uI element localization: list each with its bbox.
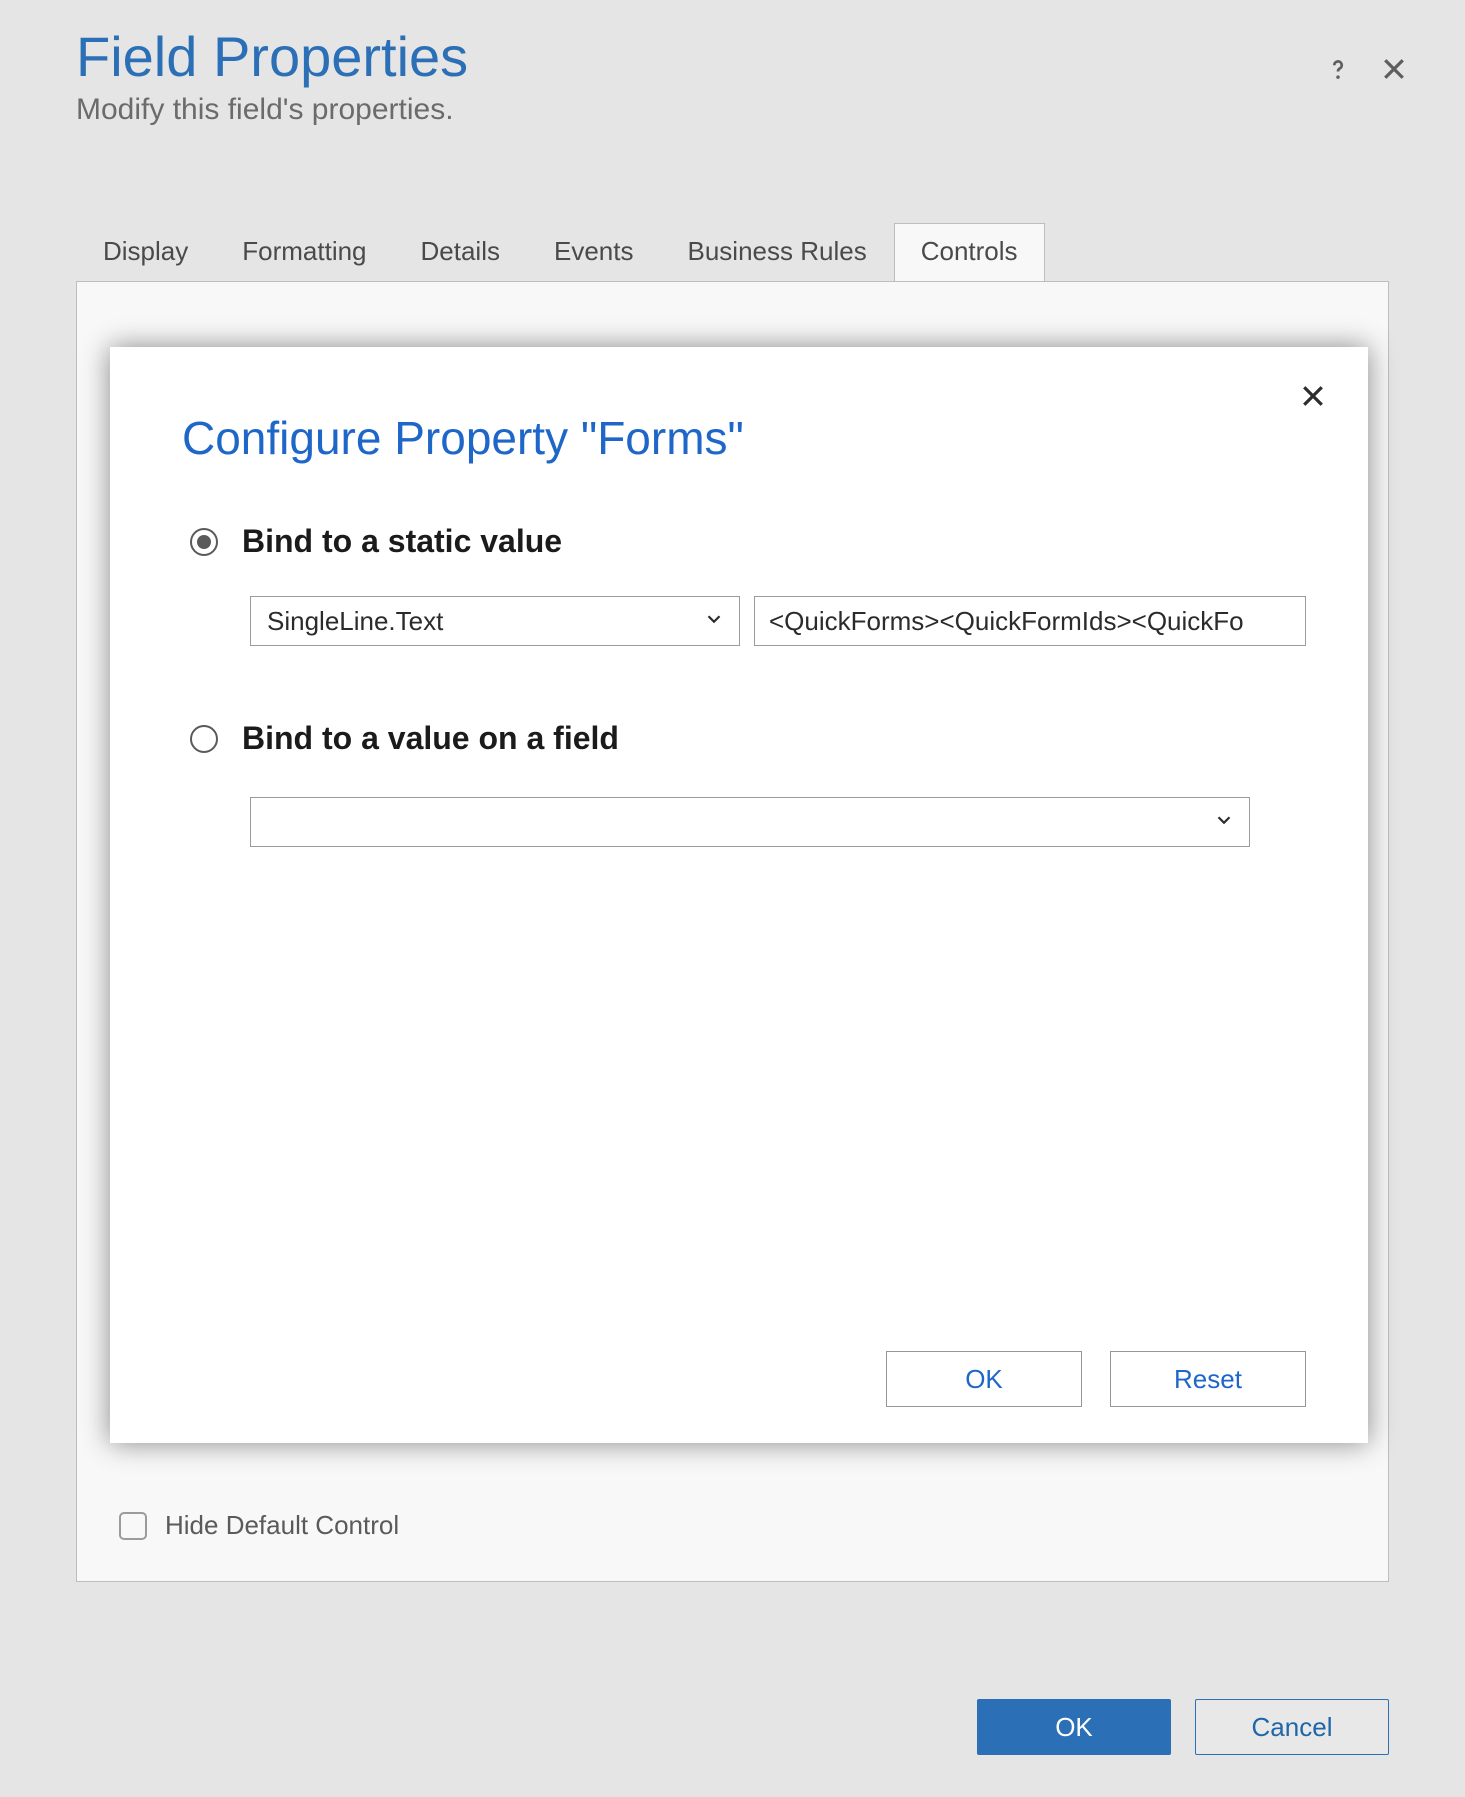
dialog-ok-button[interactable]: OK	[886, 1351, 1082, 1407]
tab-controls[interactable]: Controls	[894, 223, 1045, 281]
chevron-down-icon	[703, 606, 725, 637]
static-type-value: SingleLine.Text	[267, 606, 443, 637]
configure-property-dialog: Configure Property "Forms" Bind to a sta…	[110, 347, 1368, 1443]
dialog-title: Configure Property "Forms"	[182, 411, 1306, 465]
static-type-select[interactable]: SingleLine.Text	[250, 596, 740, 646]
tab-business-rules[interactable]: Business Rules	[661, 223, 894, 281]
dialog-reset-button[interactable]: Reset	[1110, 1351, 1306, 1407]
tab-label: Business Rules	[688, 236, 867, 266]
static-value-text: <QuickForms><QuickFormIds><QuickFo	[769, 606, 1244, 637]
page-title: Field Properties	[76, 24, 1323, 89]
bind-field-label: Bind to a value on a field	[242, 720, 619, 757]
tab-label: Formatting	[242, 236, 366, 266]
hide-default-control-label: Hide Default Control	[165, 1510, 399, 1541]
tab-label: Events	[554, 236, 634, 266]
bind-static-label: Bind to a static value	[242, 523, 562, 560]
tab-details[interactable]: Details	[394, 223, 527, 281]
tab-strip: Display Formatting Details Events Busine…	[76, 223, 1389, 282]
hide-default-control-checkbox[interactable]	[119, 1512, 147, 1540]
bind-field-radio[interactable]	[190, 725, 218, 753]
tab-label: Details	[421, 236, 500, 266]
tab-label: Display	[103, 236, 188, 266]
bind-static-radio[interactable]	[190, 528, 218, 556]
dialog-ok-label: OK	[965, 1364, 1003, 1395]
ok-button[interactable]: OK	[977, 1699, 1171, 1755]
page-subtitle: Modify this field's properties.	[76, 93, 1323, 127]
static-value-input[interactable]: <QuickForms><QuickFormIds><QuickFo	[754, 596, 1306, 646]
ok-button-label: OK	[1055, 1712, 1093, 1743]
cancel-button[interactable]: Cancel	[1195, 1699, 1389, 1755]
chevron-down-icon	[1213, 807, 1235, 838]
tab-events[interactable]: Events	[527, 223, 661, 281]
tab-formatting[interactable]: Formatting	[215, 223, 393, 281]
field-select[interactable]	[250, 797, 1250, 847]
dialog-close-icon[interactable]	[1298, 381, 1328, 416]
dialog-reset-label: Reset	[1174, 1364, 1242, 1395]
tab-label: Controls	[921, 236, 1018, 266]
tab-display[interactable]: Display	[76, 223, 215, 281]
cancel-button-label: Cancel	[1252, 1712, 1333, 1743]
help-icon[interactable]	[1323, 54, 1353, 84]
close-icon[interactable]	[1379, 54, 1409, 84]
